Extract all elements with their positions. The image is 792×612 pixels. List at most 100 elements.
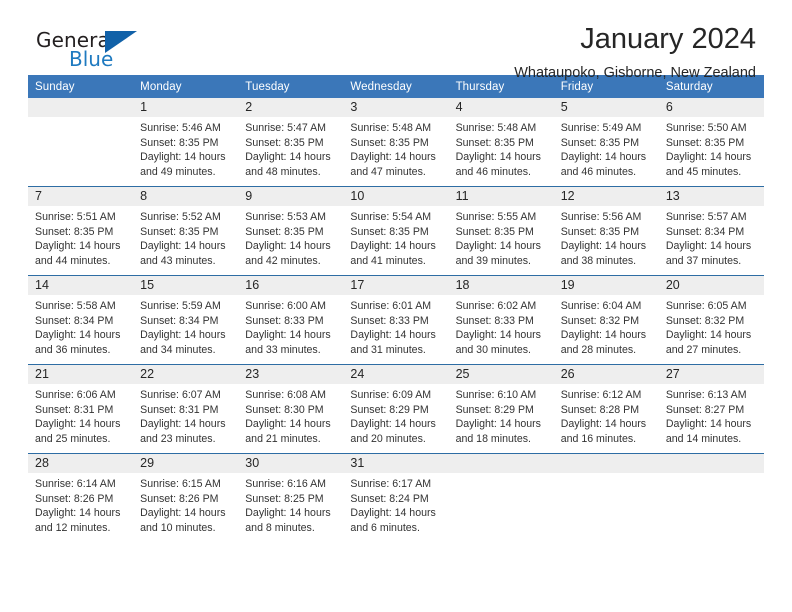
day-sun-info: Sunrise: 5:51 AM Sunset: 8:35 PM Daylight:… bbox=[28, 206, 133, 268]
day-cell[interactable]: 10 Sunrise: 5:54 AM Sunset: 8:35 PM Dayligh… bbox=[343, 187, 449, 275]
sunrise-text: Sunrise: 5:47 AM bbox=[245, 122, 326, 134]
daylight-text-line2: and 8 minutes. bbox=[245, 521, 315, 534]
sunrise-text: Sunrise: 5:49 AM bbox=[560, 122, 642, 134]
day-cell[interactable]: 31 Sunrise: 6:17 AM Sunset: 8:24 PM Dayligh… bbox=[343, 454, 449, 542]
day-cell[interactable]: 23 Sunrise: 6:08 AM Sunset: 8:30 PM Dayligh… bbox=[238, 365, 344, 453]
day-cell[interactable]: 16 Sunrise: 6:00 AM Sunset: 8:33 PM Dayligh… bbox=[238, 276, 344, 364]
sunrise-text: Sunrise: 5:53 AM bbox=[245, 211, 326, 223]
page-header: General Blue January 2024 Whataupoko, Gi… bbox=[28, 0, 764, 81]
brand-blue-text: Blue bbox=[69, 47, 114, 71]
day-number: 16 bbox=[238, 276, 344, 295]
day-cell[interactable]: 22 Sunrise: 6:07 AM Sunset: 8:31 PM Dayligh… bbox=[133, 365, 239, 453]
daylight-text-line2: and 46 minutes. bbox=[560, 165, 637, 178]
sunrise-text: Sunrise: 5:50 AM bbox=[665, 122, 747, 134]
daylight-text-line2: and 46 minutes. bbox=[455, 165, 531, 178]
day-cell[interactable]: 25 Sunrise: 6:10 AM Sunset: 8:29 PM Dayligh… bbox=[448, 365, 554, 453]
calendar-cell: 7 Sunrise: 5:51 AM Sunset: 8:35 PM Daylight… bbox=[28, 186, 134, 276]
daylight-text-line1: Daylight: 14 hours bbox=[140, 151, 226, 164]
day-cell[interactable]: 12 Sunrise: 5:56 AM Sunset: 8:35 PM Dayligh… bbox=[553, 187, 659, 275]
calendar-cell: 24 Sunrise: 6:09 AM Sunset: 8:29 PM Dayligh… bbox=[343, 364, 449, 454]
sunset-text: Sunset: 8:35 PM bbox=[350, 136, 429, 149]
calendar-cell bbox=[448, 453, 554, 542]
day-number bbox=[28, 98, 134, 117]
day-number: 14 bbox=[28, 276, 134, 295]
day-cell[interactable]: 14 Sunrise: 5:58 AM Sunset: 8:34 PM Dayligh… bbox=[28, 276, 134, 364]
day-cell[interactable]: 28 Sunrise: 6:14 AM Sunset: 8:26 PM Dayligh… bbox=[28, 454, 134, 542]
day-cell[interactable]: 19 Sunrise: 6:04 AM Sunset: 8:32 PM Dayligh… bbox=[553, 276, 659, 364]
calendar-cell: 8 Sunrise: 5:52 AM Sunset: 8:35 PM Daylight… bbox=[133, 186, 239, 276]
sunrise-text: Sunrise: 6:09 AM bbox=[350, 389, 432, 401]
daylight-text-line2: and 6 minutes. bbox=[350, 521, 420, 534]
daylight-text-line2: and 38 minutes. bbox=[560, 254, 637, 267]
sunrise-text: Sunrise: 5:56 AM bbox=[560, 211, 642, 223]
sunrise-text: Sunrise: 5:48 AM bbox=[350, 122, 432, 134]
calendar-cell: 25 Sunrise: 6:10 AM Sunset: 8:29 PM Dayligh… bbox=[448, 364, 554, 454]
day-cell[interactable]: 5 Sunrise: 5:49 AM Sunset: 8:35 PM Daylight… bbox=[553, 98, 659, 186]
day-sun-info: Sunrise: 6:13 AM Sunset: 8:27 PM Daylight:… bbox=[659, 384, 764, 446]
day-cell[interactable]: 20 Sunrise: 6:05 AM Sunset: 8:32 PM Dayligh… bbox=[658, 276, 764, 364]
calendar-cell: 12 Sunrise: 5:56 AM Sunset: 8:35 PM Dayligh… bbox=[553, 186, 659, 276]
daylight-text-line2: and 30 minutes. bbox=[455, 343, 531, 356]
day-cell[interactable]: 21 Sunrise: 6:06 AM Sunset: 8:31 PM Dayligh… bbox=[28, 365, 134, 453]
day-cell[interactable]: 2 Sunrise: 5:47 AM Sunset: 8:35 PM Daylight… bbox=[238, 98, 344, 186]
day-number bbox=[658, 454, 764, 473]
calendar-cell: 6 Sunrise: 5:50 AM Sunset: 8:35 PM Daylight… bbox=[658, 98, 764, 187]
day-cell[interactable]: 4 Sunrise: 5:48 AM Sunset: 8:35 PM Daylight… bbox=[448, 98, 554, 186]
day-sun-info: Sunrise: 6:12 AM Sunset: 8:28 PM Daylight:… bbox=[554, 384, 659, 446]
day-number: 18 bbox=[448, 276, 554, 295]
day-sun-info: Sunrise: 5:47 AM Sunset: 8:35 PM Daylight:… bbox=[238, 117, 343, 179]
sunrise-text: Sunrise: 6:02 AM bbox=[455, 300, 537, 312]
sunset-text: Sunset: 8:35 PM bbox=[245, 136, 324, 149]
title-block: January 2024 Whataupoko, Gisborne, New Z… bbox=[514, 22, 756, 83]
day-cell[interactable]: 1 Sunrise: 5:46 AM Sunset: 8:35 PM Daylight… bbox=[133, 98, 239, 186]
day-cell[interactable]: 13 Sunrise: 5:57 AM Sunset: 8:34 PM Dayligh… bbox=[658, 187, 764, 275]
sunset-text: Sunset: 8:32 PM bbox=[560, 314, 640, 327]
daylight-text-line1: Daylight: 14 hours bbox=[140, 418, 226, 431]
sunset-text: Sunset: 8:28 PM bbox=[560, 403, 640, 416]
sunrise-text: Sunrise: 6:16 AM bbox=[245, 478, 326, 490]
day-number: 19 bbox=[553, 276, 659, 295]
day-number: 27 bbox=[658, 365, 764, 384]
daylight-text-line2: and 36 minutes. bbox=[35, 343, 111, 356]
daylight-text-line1: Daylight: 14 hours bbox=[560, 329, 647, 342]
day-cell[interactable]: 24 Sunrise: 6:09 AM Sunset: 8:29 PM Dayligh… bbox=[343, 365, 449, 453]
day-number bbox=[553, 454, 659, 473]
day-sun-info: Sunrise: 6:09 AM Sunset: 8:29 PM Daylight:… bbox=[343, 384, 448, 446]
calendar-cell: 1 Sunrise: 5:46 AM Sunset: 8:35 PM Daylight… bbox=[133, 98, 239, 187]
day-cell[interactable]: 9 Sunrise: 5:53 AM Sunset: 8:35 PM Daylight… bbox=[238, 187, 344, 275]
calendar-cell: 17 Sunrise: 6:01 AM Sunset: 8:33 PM Dayligh… bbox=[343, 275, 449, 365]
day-cell[interactable]: 8 Sunrise: 5:52 AM Sunset: 8:35 PM Daylight… bbox=[133, 187, 239, 275]
day-cell[interactable]: 26 Sunrise: 6:12 AM Sunset: 8:28 PM Dayligh… bbox=[553, 365, 659, 453]
sunset-text: Sunset: 8:26 PM bbox=[35, 492, 114, 505]
sunset-text: Sunset: 8:35 PM bbox=[35, 225, 114, 238]
calendar-table: Sunday Monday Tuesday Wednesday Thursday… bbox=[28, 75, 764, 542]
day-number: 30 bbox=[238, 454, 344, 473]
day-cell[interactable]: 29 Sunrise: 6:15 AM Sunset: 8:26 PM Dayligh… bbox=[133, 454, 239, 542]
daylight-text-line1: Daylight: 14 hours bbox=[350, 151, 436, 164]
calendar-cell: 15 Sunrise: 5:59 AM Sunset: 8:34 PM Dayligh… bbox=[133, 275, 239, 365]
day-cell[interactable]: 27 Sunrise: 6:13 AM Sunset: 8:27 PM Dayligh… bbox=[658, 365, 764, 453]
day-number: 11 bbox=[448, 187, 554, 206]
sunrise-text: Sunrise: 6:01 AM bbox=[350, 300, 432, 312]
daylight-text-line1: Daylight: 14 hours bbox=[665, 329, 752, 342]
sunset-text: Sunset: 8:35 PM bbox=[455, 136, 534, 149]
day-cell[interactable]: 3 Sunrise: 5:48 AM Sunset: 8:35 PM Daylight… bbox=[343, 98, 449, 186]
sunset-text: Sunset: 8:33 PM bbox=[245, 314, 324, 327]
day-cell[interactable]: 6 Sunrise: 5:50 AM Sunset: 8:35 PM Daylight… bbox=[658, 98, 764, 186]
day-cell[interactable]: 15 Sunrise: 5:59 AM Sunset: 8:34 PM Dayligh… bbox=[133, 276, 239, 364]
day-cell[interactable]: 11 Sunrise: 5:55 AM Sunset: 8:35 PM Dayligh… bbox=[448, 187, 554, 275]
daylight-text-line1: Daylight: 14 hours bbox=[665, 151, 752, 164]
day-cell-empty bbox=[553, 454, 659, 542]
daylight-text-line2: and 12 minutes. bbox=[35, 521, 111, 534]
sunrise-text: Sunrise: 5:51 AM bbox=[35, 211, 116, 223]
sunrise-text: Sunrise: 6:12 AM bbox=[560, 389, 642, 401]
daylight-text-line1: Daylight: 14 hours bbox=[665, 240, 752, 253]
day-cell[interactable]: 30 Sunrise: 6:16 AM Sunset: 8:25 PM Dayligh… bbox=[238, 454, 344, 542]
day-cell[interactable]: 7 Sunrise: 5:51 AM Sunset: 8:35 PM Daylight… bbox=[28, 187, 134, 275]
day-cell[interactable]: 17 Sunrise: 6:01 AM Sunset: 8:33 PM Dayligh… bbox=[343, 276, 449, 364]
daylight-text-line1: Daylight: 14 hours bbox=[140, 240, 226, 253]
day-cell[interactable]: 18 Sunrise: 6:02 AM Sunset: 8:33 PM Dayligh… bbox=[448, 276, 554, 364]
daylight-text-line1: Daylight: 14 hours bbox=[245, 418, 331, 431]
day-cell-empty bbox=[658, 454, 764, 542]
daylight-text-line2: and 31 minutes. bbox=[350, 343, 426, 356]
